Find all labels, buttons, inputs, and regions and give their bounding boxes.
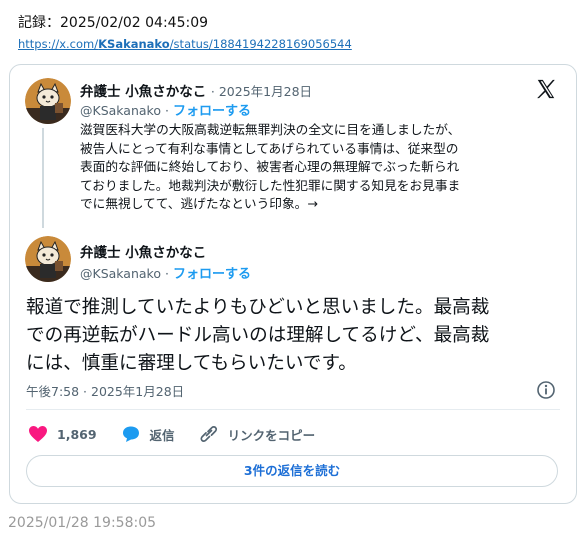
thread-connector xyxy=(42,128,44,228)
reply-label: 返信 xyxy=(149,427,175,443)
quoted-text-line: 被告人にとって有利な事情としてあげられている事情は、従来型の xyxy=(80,140,459,156)
quoted-follow-button[interactable]: フォローする xyxy=(173,104,251,119)
main-text-line: 報道で推測していたよりもひどいと思いました。最高裁 xyxy=(26,297,490,318)
info-icon[interactable] xyxy=(536,380,556,400)
like-button[interactable]: 1,869 xyxy=(28,425,97,443)
main-handle[interactable]: @KSakanako · xyxy=(80,266,169,281)
url-suffix: /status/1884194228169056544 xyxy=(169,37,352,51)
reply-bubble-icon xyxy=(122,426,139,442)
heart-icon xyxy=(29,426,47,442)
copy-link-label: リンクをコピー xyxy=(227,427,316,443)
quoted-text-line: ておりました。地裁判決が敷衍した性犯罪に関する知見をお見事ま xyxy=(80,177,461,193)
quoted-text-line: でに無視してて、逃げたなという印象。→ xyxy=(80,196,318,212)
main-handle-line: @KSakanako · フォローする xyxy=(80,263,251,282)
read-replies-button[interactable]: 3件の返信を読む xyxy=(26,455,558,487)
main-text-line: での再逆転がハードル高いのは理解してるけど、最高裁 xyxy=(26,325,490,346)
quoted-tweet-text: 滋賀医科大学の大阪高裁逆転無罪判決の全文に目を通しましたが、 被告人にとって有利… xyxy=(80,121,566,214)
quoted-author-label: 弁護士 小魚さかなこ xyxy=(80,84,207,100)
quoted-date[interactable]: · 2025年1月28日 xyxy=(211,84,312,99)
main-tweet-text: 報道で推測していたよりもひどいと思いました。最高裁 での再逆転がハードル高いのは… xyxy=(26,294,566,378)
quoted-handle-line: @KSakanako · フォローする xyxy=(80,100,251,119)
record-url[interactable]: https://x.com/KSakanako/status/188419422… xyxy=(18,37,352,51)
divider xyxy=(26,409,560,410)
x-logo-icon[interactable] xyxy=(535,78,557,100)
action-bar: 1,869 返信 リンクをコピー xyxy=(28,424,339,444)
reply-button[interactable]: 返信 xyxy=(121,425,175,444)
copy-link-button[interactable]: リンクをコピー xyxy=(199,425,316,444)
tweet-timestamp[interactable]: 午後7:58 · 2025年1月28日 xyxy=(26,381,184,400)
avatar-cat-icon xyxy=(25,78,71,124)
link-icon xyxy=(200,426,217,442)
record-timestamp: 記録：2025/02/02 04:45:09 xyxy=(18,15,209,31)
like-count: 1,869 xyxy=(57,426,97,442)
avatar[interactable] xyxy=(25,236,71,282)
main-author-name[interactable]: 弁護士 小魚さかなこ xyxy=(80,241,206,261)
quoted-handle[interactable]: @KSakanako · xyxy=(80,103,169,118)
main-follow-button[interactable]: フォローする xyxy=(173,267,251,282)
quoted-text-line: 滋賀医科大学の大阪高裁逆転無罪判決の全文に目を通しましたが、 xyxy=(80,122,461,137)
avatar-cat-icon xyxy=(25,236,71,282)
quoted-author-name[interactable]: 弁護士 小魚さかなこ · 2025年1月28日 xyxy=(80,80,312,100)
url-prefix: https://x.com/ xyxy=(18,37,99,51)
capture-timestamp: 2025/01/28 19:58:05 xyxy=(8,515,157,531)
url-handle: KSakanako xyxy=(98,37,170,51)
avatar[interactable] xyxy=(25,78,71,124)
quoted-text-line: 表面的な評価に終始しており、被害者心理の無理解でぶった斬られ xyxy=(80,159,460,175)
main-text-line: には、慎重に審理してもらいたいです。 xyxy=(26,353,357,374)
